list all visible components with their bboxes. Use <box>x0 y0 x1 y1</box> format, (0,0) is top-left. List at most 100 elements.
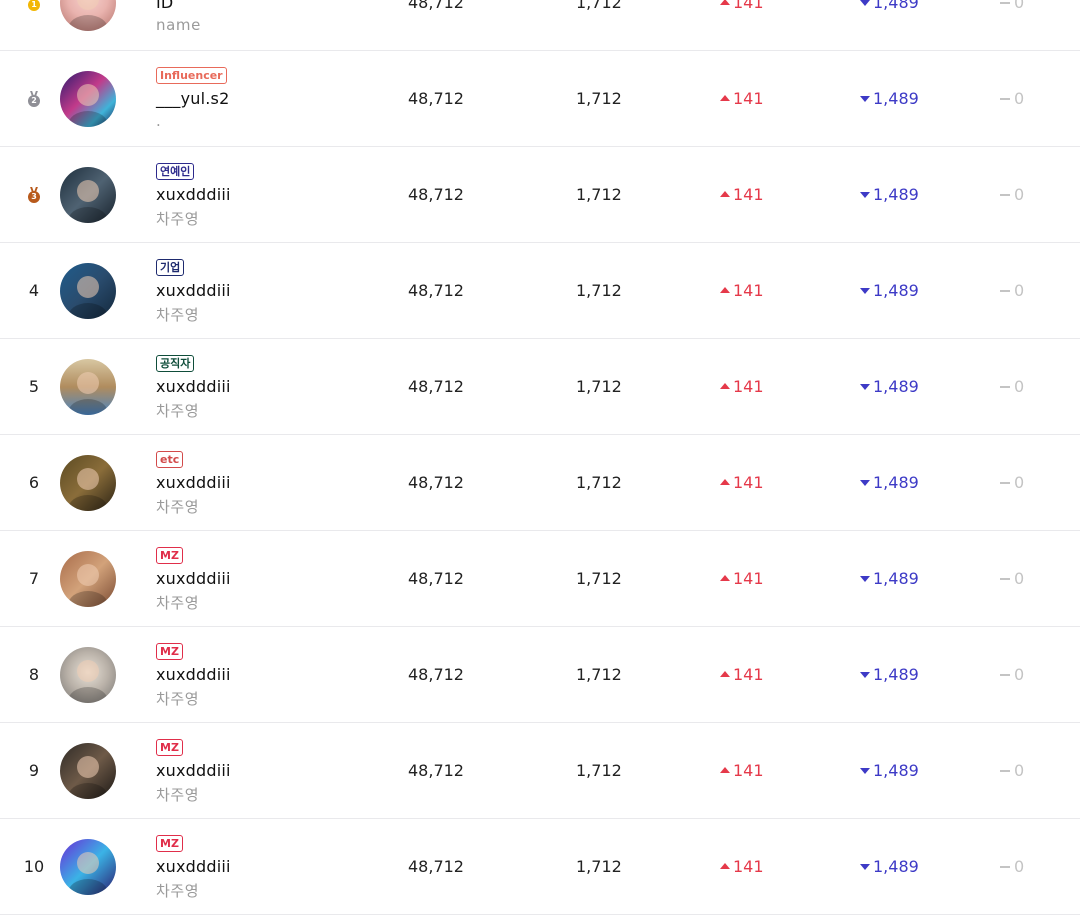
decrease-value: 1,489 <box>860 147 919 242</box>
user-name: 차주영 <box>156 786 200 804</box>
user-id[interactable]: xuxdddiii <box>156 281 231 300</box>
triangle-up-icon <box>720 0 730 5</box>
ranking-row[interactable]: 3 연예인 xuxdddiii 차주영 48,712 1,712 141 1,4… <box>0 147 1080 243</box>
silver-medal-icon: 2 <box>28 91 40 107</box>
avatar[interactable] <box>60 455 116 511</box>
user-name: 차주영 <box>156 306 200 324</box>
dash-icon <box>1000 865 1010 868</box>
posts-count: 1,712 <box>576 473 622 492</box>
unchanged-value: 0 <box>1000 147 1024 242</box>
triangle-up-icon <box>720 862 730 869</box>
category-badge: MZ <box>156 739 183 756</box>
user-id[interactable]: xuxdddiii <box>156 857 231 876</box>
decrease-value: 1,489 <box>860 627 919 722</box>
unchanged-number: 0 <box>1014 185 1025 204</box>
rank-number: 10 <box>23 857 45 876</box>
ranking-row[interactable]: 6 etc xuxdddiii 차주영 48,712 1,712 141 1,4… <box>0 435 1080 531</box>
ranking-row[interactable]: 1 ID name 48,712 1,712 141 1,489 0 <box>0 0 1080 51</box>
posts-count: 1,712 <box>576 377 622 396</box>
increase-value: 141 <box>720 243 764 338</box>
unchanged-value: 0 <box>1000 0 1024 50</box>
increase-number: 141 <box>733 0 764 12</box>
rank-number: 5 <box>28 377 40 396</box>
bronze-medal-icon: 3 <box>28 187 40 203</box>
dash-icon <box>1000 481 1010 484</box>
ranking-row[interactable]: 10 MZ xuxdddiii 차주영 48,712 1,712 141 1,4… <box>0 819 1080 915</box>
avatar[interactable] <box>60 167 116 223</box>
ranking-row[interactable]: 4 기업 xuxdddiii 차주영 48,712 1,712 141 1,48… <box>0 243 1080 339</box>
avatar[interactable] <box>60 839 116 895</box>
decrease-value: 1,489 <box>860 723 919 818</box>
posts-count: 1,712 <box>576 857 622 876</box>
user-id[interactable]: xuxdddiii <box>156 569 231 588</box>
followers-count: 48,712 <box>408 857 464 876</box>
increase-number: 141 <box>733 569 764 588</box>
unchanged-number: 0 <box>1014 857 1025 876</box>
avatar[interactable] <box>60 743 116 799</box>
rank-number: 8 <box>28 665 40 684</box>
ranking-row[interactable]: 2 Influencer ___yul.s2 . 48,712 1,712 14… <box>0 51 1080 147</box>
unchanged-value: 0 <box>1000 339 1024 434</box>
unchanged-number: 0 <box>1014 89 1025 108</box>
unchanged-number: 0 <box>1014 377 1025 396</box>
increase-value: 141 <box>720 723 764 818</box>
ranking-row[interactable]: 8 MZ xuxdddiii 차주영 48,712 1,712 141 1,48… <box>0 627 1080 723</box>
increase-number: 141 <box>733 89 764 108</box>
decrease-number: 1,489 <box>873 185 919 204</box>
user-id[interactable]: xuxdddiii <box>156 761 231 780</box>
triangle-down-icon <box>860 95 870 102</box>
ranking-row[interactable]: 7 MZ xuxdddiii 차주영 48,712 1,712 141 1,48… <box>0 531 1080 627</box>
rank-number: 4 <box>28 281 40 300</box>
ranking-row[interactable]: 9 MZ xuxdddiii 차주영 48,712 1,712 141 1,48… <box>0 723 1080 819</box>
triangle-down-icon <box>860 0 870 6</box>
avatar[interactable] <box>60 647 116 703</box>
triangle-up-icon <box>720 670 730 677</box>
category-badge: etc <box>156 451 184 468</box>
avatar[interactable] <box>60 71 116 127</box>
user-id[interactable]: xuxdddiii <box>156 473 231 492</box>
posts-count: 1,712 <box>576 665 622 684</box>
rank-number: 7 <box>28 569 40 588</box>
triangle-up-icon <box>720 382 730 389</box>
user-id[interactable]: ___yul.s2 <box>156 89 229 108</box>
triangle-down-icon <box>860 383 870 390</box>
decrease-value: 1,489 <box>860 243 919 338</box>
user-id[interactable]: xuxdddiii <box>156 185 231 204</box>
decrease-value: 1,489 <box>860 531 919 626</box>
user-id[interactable]: ID <box>156 0 173 12</box>
rank-cell: 3 <box>16 147 52 242</box>
user-name: 차주영 <box>156 498 200 516</box>
category-badge: 연예인 <box>156 163 195 180</box>
medal-number: 2 <box>28 94 40 107</box>
user-id[interactable]: xuxdddiii <box>156 377 231 396</box>
unchanged-value: 0 <box>1000 243 1024 338</box>
dash-icon <box>1000 673 1010 676</box>
avatar[interactable] <box>60 263 116 319</box>
decrease-number: 1,489 <box>873 0 919 12</box>
unchanged-number: 0 <box>1014 473 1025 492</box>
increase-number: 141 <box>733 857 764 876</box>
decrease-number: 1,489 <box>873 665 919 684</box>
user-name: 차주영 <box>156 210 200 228</box>
triangle-up-icon <box>720 94 730 101</box>
rank-number: 6 <box>28 473 40 492</box>
decrease-number: 1,489 <box>873 761 919 780</box>
avatar[interactable] <box>60 551 116 607</box>
unchanged-number: 0 <box>1014 761 1025 780</box>
ranking-row[interactable]: 5 공직자 xuxdddiii 차주영 48,712 1,712 141 1,4… <box>0 339 1080 435</box>
unchanged-value: 0 <box>1000 723 1024 818</box>
dash-icon <box>1000 1 1010 4</box>
triangle-up-icon <box>720 190 730 197</box>
user-name: 차주영 <box>156 690 200 708</box>
increase-value: 141 <box>720 0 764 50</box>
posts-count: 1,712 <box>576 89 622 108</box>
posts-count: 1,712 <box>576 185 622 204</box>
avatar[interactable] <box>60 359 116 415</box>
posts-count: 1,712 <box>576 0 622 12</box>
decrease-value: 1,489 <box>860 819 919 914</box>
decrease-value: 1,489 <box>860 51 919 146</box>
avatar[interactable] <box>60 0 116 31</box>
triangle-down-icon <box>860 575 870 582</box>
triangle-up-icon <box>720 286 730 293</box>
user-id[interactable]: xuxdddiii <box>156 665 231 684</box>
